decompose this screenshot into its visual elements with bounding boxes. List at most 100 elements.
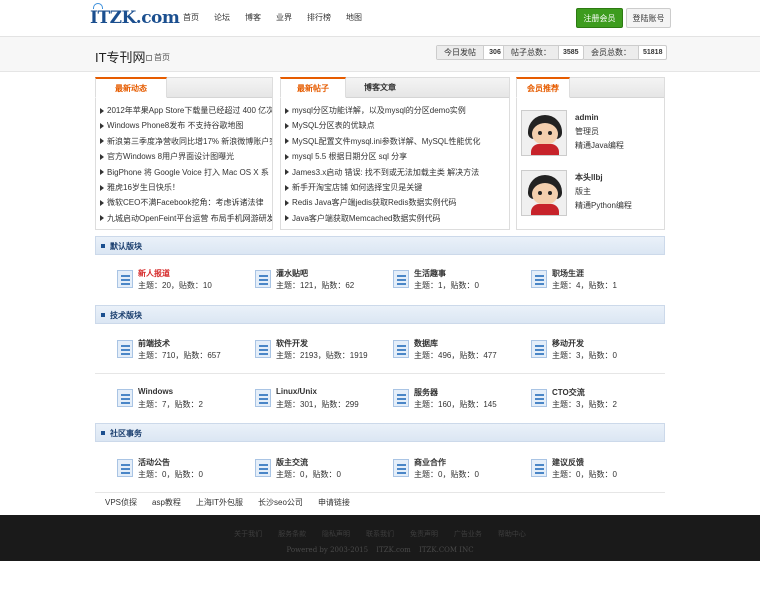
footer-link[interactable]: 联系我们 — [366, 531, 394, 538]
tab-latest-posts[interactable]: 最新帖子 — [280, 77, 346, 98]
wifi-icon — [93, 3, 103, 9]
friend-link[interactable]: 上海IT外包服 — [196, 497, 243, 508]
news-panel: 最新动态 2012年苹果App Store下载量已经超过 400 亿次 Wind… — [95, 77, 273, 230]
square-icon — [101, 244, 105, 248]
footer-link[interactable]: 关于我们 — [234, 531, 262, 538]
register-button[interactable]: 注册会员 — [576, 8, 623, 28]
list-item[interactable]: 雅虎16岁生日快乐！ — [100, 180, 272, 195]
forum-stat: 主题：301，贴数：299 — [276, 400, 359, 409]
forum-item[interactable]: 活动公告 主题：0，贴数：0 — [117, 457, 247, 481]
section-title: 默认版块 — [110, 242, 142, 251]
member-name[interactable]: 本头llbj — [575, 171, 632, 185]
footer-link[interactable]: 帮助中心 — [498, 531, 526, 538]
stat-today-posts: 今日发帖 306 — [436, 45, 507, 60]
forum-item[interactable]: 版主交流 主题：0，贴数：0 — [255, 457, 385, 481]
list-item[interactable]: 微软CEO不满Facebook挖角：考虑诉诸法律 — [100, 195, 272, 210]
footer-link[interactable]: 服务条款 — [278, 531, 306, 538]
forum-item[interactable]: 职场生涯 主题：4，贴数：1 — [531, 268, 661, 292]
forum-name[interactable]: 活动公告 — [138, 457, 170, 468]
square-icon — [101, 431, 105, 435]
forum-name[interactable]: 数据库 — [414, 338, 438, 349]
member-info: 本头llbj 版主 精通Python编程 — [575, 170, 632, 218]
stat-total-posts: 帖子总数： 3585 — [503, 45, 584, 60]
forum-name[interactable]: 新人报道 — [138, 268, 170, 279]
bullet-icon — [100, 215, 104, 222]
footer-link[interactable]: 广告业务 — [454, 531, 482, 538]
list-item[interactable]: mysql 5.5 根据日期分区 sql 分享 — [285, 149, 509, 164]
forum-icon — [393, 459, 409, 477]
forum-name[interactable]: 生活趣事 — [414, 268, 446, 279]
forum-item[interactable]: 软件开发 主题：2193，贴数：1919 — [255, 338, 385, 362]
list-item[interactable]: James3.x启动 错误: 找不到或无法加载主类 解决方法 — [285, 165, 509, 180]
list-item[interactable]: MySQL配置文件mysql.ini参数详解、MySQL性能优化 — [285, 134, 509, 149]
forum-name[interactable]: CTO交流 — [552, 387, 585, 398]
forum-icon — [531, 270, 547, 288]
member-role: 版主 — [575, 187, 591, 196]
friend-link[interactable]: 长沙seo公司 — [258, 497, 303, 508]
avatar[interactable] — [521, 110, 567, 156]
tab-latest-news[interactable]: 最新动态 — [95, 77, 167, 98]
tab-blog-articles[interactable]: 博客文章 — [347, 77, 413, 98]
forum-item[interactable]: 商业合作 主题：0，贴数：0 — [393, 457, 523, 481]
forum-stat: 主题：710，贴数：657 — [138, 351, 221, 360]
list-item[interactable]: 九城启动OpenFeint平台运营 布局手机网游研发 — [100, 211, 272, 226]
footer-link[interactable]: 免责声明 — [410, 531, 438, 538]
nav-forum[interactable]: 论坛 — [214, 12, 230, 23]
breadcrumb-home[interactable]: 首页 — [154, 52, 170, 63]
tab-recommended-members[interactable]: 会员推荐 — [516, 77, 570, 98]
apply-link[interactable]: 申请链接 — [318, 497, 350, 508]
forum-name[interactable]: 软件开发 — [276, 338, 308, 349]
forum-item[interactable]: 移动开发 主题：3，贴数：0 — [531, 338, 661, 362]
forum-item[interactable]: 建议反馈 主题：0，贴数：0 — [531, 457, 661, 481]
login-button[interactable]: 登陆账号 — [626, 8, 671, 28]
list-item[interactable]: BigPhone 将 Google Voice 打入 Mac OS X 系 — [100, 165, 272, 180]
list-item[interactable]: Java客户端获取Memcached数据实例代码 — [285, 211, 509, 226]
nav-industry[interactable]: 业界 — [276, 12, 292, 23]
forum-item[interactable]: Linux/Unix 主题：301，贴数：299 — [255, 387, 385, 411]
forum-icon — [117, 270, 133, 288]
forum-item[interactable]: Windows 主题：7，贴数：2 — [117, 387, 247, 411]
forum-name[interactable]: 服务器 — [414, 387, 438, 398]
list-item[interactable]: 2012年苹果App Store下载量已经超过 400 亿次 — [100, 103, 272, 118]
forum-item[interactable]: 服务器 主题：160，贴数：145 — [393, 387, 523, 411]
list-item[interactable]: MySQL分区表的优缺点 — [285, 118, 509, 133]
footer-links: 关于我们 服务条款 隐私声明 联系我们 免责声明 广告业务 帮助中心 — [0, 529, 760, 539]
bullet-icon — [100, 200, 104, 207]
forum-name[interactable]: 灌水贴吧 — [276, 268, 308, 279]
forum-item[interactable]: CTO交流 主题：3，贴数：2 — [531, 387, 661, 411]
forum-name[interactable]: 前端技术 — [138, 338, 170, 349]
forum-item[interactable]: 灌水贴吧 主题：121，贴数：62 — [255, 268, 385, 292]
forum-name[interactable]: 商业合作 — [414, 457, 446, 468]
forum-stat: 主题：4，贴数：1 — [552, 281, 617, 290]
section-header-tech: 技术版块 — [95, 305, 665, 324]
list-item[interactable]: Redis Java客户端jedis获取Redis数据实例代码 — [285, 195, 509, 210]
forum-name[interactable]: 建议反馈 — [552, 457, 584, 468]
member-name[interactable]: admin — [575, 111, 624, 125]
footer-link[interactable]: 隐私声明 — [322, 531, 350, 538]
friend-link[interactable]: asp教程 — [152, 497, 181, 508]
list-item[interactable]: 官方Windows 8用户界面设计图曝光 — [100, 149, 272, 164]
forum-item[interactable]: 新人报道 主题：20，贴数：10 — [117, 268, 247, 292]
list-item[interactable]: 新浪第三季度净营收同比增17% 新浪微博账户突 — [100, 134, 272, 149]
forum-item[interactable]: 前端技术 主题：710，贴数：657 — [117, 338, 247, 362]
friend-link[interactable]: VPS侦探 — [105, 497, 137, 508]
site-logo[interactable]: ITZK.com — [90, 3, 180, 30]
nav-ranking[interactable]: 排行榜 — [307, 12, 331, 23]
forum-name[interactable]: 职场生涯 — [552, 268, 584, 279]
forum-icon — [393, 340, 409, 358]
copyright-site[interactable]: ITZK.com — [376, 546, 411, 554]
section-header-default: 默认版块 — [95, 236, 665, 255]
forum-item[interactable]: 生活趣事 主题：1，贴数：0 — [393, 268, 523, 292]
forum-item[interactable]: 数据库 主题：496，贴数：477 — [393, 338, 523, 362]
list-item[interactable]: 新手开淘宝店铺 如何选择宝贝是关键 — [285, 180, 509, 195]
nav-blog[interactable]: 博客 — [245, 12, 261, 23]
list-item[interactable]: mysql分区功能详解，以及mysql的分区demo实例 — [285, 103, 509, 118]
forum-name[interactable]: Linux/Unix — [276, 387, 317, 396]
forum-name[interactable]: 移动开发 — [552, 338, 584, 349]
list-item[interactable]: Windows Phone8发布 不支持谷歌地图 — [100, 118, 272, 133]
avatar[interactable] — [521, 170, 567, 216]
forum-name[interactable]: 版主交流 — [276, 457, 308, 468]
nav-map[interactable]: 地图 — [346, 12, 362, 23]
forum-name[interactable]: Windows — [138, 387, 173, 396]
nav-home[interactable]: 首页 — [183, 12, 199, 23]
